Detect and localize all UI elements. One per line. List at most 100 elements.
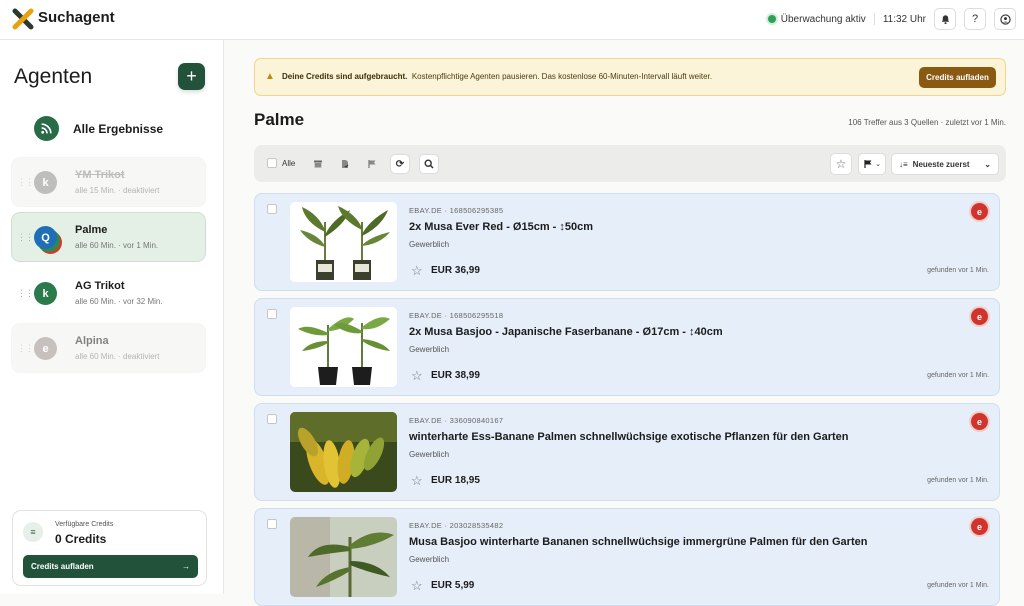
credits-warning-banner: ▲ Deine Credits sind aufgebraucht. Koste… bbox=[254, 58, 1006, 96]
result-found-time: gefunden vor 1 Min. bbox=[927, 477, 989, 484]
help-icon: ? bbox=[971, 13, 979, 25]
sidebar-item-alpina[interactable]: ⋮⋮ e Alpina alle 60 Min. · deaktiviert bbox=[11, 323, 206, 373]
result-title[interactable]: winterharte Ess-Banane Palmen schnellwüc… bbox=[409, 431, 849, 443]
help-button[interactable]: ? bbox=[964, 8, 986, 30]
rss-icon bbox=[34, 116, 59, 141]
add-agent-button[interactable]: + bbox=[178, 63, 205, 90]
ebay-source-icon: e bbox=[971, 518, 988, 535]
result-card[interactable]: EBAY.DE · 203028535482 Musa Basjoo winte… bbox=[254, 508, 1000, 606]
result-checkbox[interactable] bbox=[267, 309, 277, 319]
archive-button[interactable] bbox=[308, 154, 328, 174]
credits-value: 0 Credits bbox=[55, 532, 107, 546]
sidebar-item-ym-trikot[interactable]: ⋮⋮ k YM Trikot alle 15 Min. · deaktivier… bbox=[11, 157, 206, 207]
banner-text: Deine Credits sind aufgebraucht. Kostenp… bbox=[282, 72, 712, 81]
result-price: EUR 36,99 bbox=[431, 265, 480, 276]
avatar: e bbox=[34, 337, 57, 360]
account-button[interactable] bbox=[994, 8, 1016, 30]
ebay-source-icon: e bbox=[971, 203, 988, 220]
banner-buy-credits-button[interactable]: Credits aufladen bbox=[919, 67, 996, 88]
drag-handle-icon[interactable]: ⋮⋮ bbox=[17, 343, 34, 354]
result-checkbox[interactable] bbox=[267, 414, 277, 424]
result-source: EBAY.DE · 203028535482 bbox=[409, 521, 504, 530]
star-icon: ☆ bbox=[835, 157, 847, 171]
avatar: Q bbox=[34, 226, 57, 249]
favorites-filter-button[interactable]: ☆ bbox=[830, 153, 852, 175]
result-checkbox[interactable] bbox=[267, 519, 277, 529]
favorite-star-icon[interactable]: ☆ bbox=[411, 368, 423, 384]
sidebar-item-ag-trikot[interactable]: ⋮⋮ k AG Trikot alle 60 Min. · vor 32 Min… bbox=[11, 268, 206, 318]
result-title[interactable]: Musa Basjoo winterharte Bananen schnellw… bbox=[409, 536, 867, 548]
product-image[interactable] bbox=[290, 307, 397, 387]
agent-meta: alle 60 Min. · vor 1 Min. bbox=[75, 241, 159, 250]
flag-icon bbox=[864, 160, 872, 168]
favorite-star-icon[interactable]: ☆ bbox=[411, 473, 423, 489]
sidebar-title: Agenten bbox=[14, 65, 93, 88]
search-button[interactable] bbox=[419, 154, 439, 174]
page-title: Palme bbox=[254, 110, 305, 129]
agent-meta: alle 15 Min. · deaktiviert bbox=[75, 186, 160, 195]
result-card[interactable]: EBAY.DE · 168506295385 2x Musa Ever Red … bbox=[254, 193, 1000, 291]
logo-icon bbox=[12, 8, 34, 30]
product-image[interactable] bbox=[290, 412, 397, 492]
sort-dropdown[interactable]: ↓≡ Neueste zuerst ⌄ bbox=[891, 153, 999, 175]
result-price: EUR 38,99 bbox=[431, 370, 480, 381]
divider bbox=[873, 13, 875, 25]
favorite-star-icon[interactable]: ☆ bbox=[411, 578, 423, 594]
agent-meta: alle 60 Min. · vor 32 Min. bbox=[75, 297, 163, 306]
product-image[interactable] bbox=[290, 517, 397, 597]
result-card[interactable]: EBAY.DE · 168506295518 2x Musa Basjoo - … bbox=[254, 298, 1000, 396]
flag-filter-dropdown[interactable]: ⌄ bbox=[858, 153, 886, 175]
result-title[interactable]: 2x Musa Ever Red - Ø15cm - ↕50cm bbox=[409, 221, 593, 233]
result-source: EBAY.DE · 168506295518 bbox=[409, 311, 504, 320]
agent-name: AG Trikot bbox=[75, 280, 125, 292]
mark-read-button[interactable] bbox=[335, 154, 355, 174]
credits-label: Verfügbare Credits bbox=[55, 521, 114, 528]
warning-icon: ▲ bbox=[265, 71, 275, 82]
chevron-down-icon: ⌄ bbox=[984, 159, 991, 169]
results-summary: 106 Treffer aus 3 Quellen · zuletzt vor … bbox=[848, 118, 1006, 127]
result-checkbox[interactable] bbox=[267, 204, 277, 214]
flag-button[interactable] bbox=[362, 154, 382, 174]
refresh-button[interactable]: ⟳ bbox=[390, 154, 410, 174]
agent-name: YM Trikot bbox=[75, 169, 125, 181]
result-card[interactable]: EBAY.DE · 336090840167 winterharte Ess-B… bbox=[254, 403, 1000, 501]
result-title[interactable]: 2x Musa Basjoo - Japanische Faserbanane … bbox=[409, 326, 723, 338]
buy-credits-button[interactable]: Credits aufladen → bbox=[23, 555, 198, 578]
banner-message: Kostenpflichtige Agenten pausieren. Das … bbox=[411, 72, 712, 81]
avatar: k bbox=[34, 171, 57, 194]
result-source: EBAY.DE · 336090840167 bbox=[409, 416, 504, 425]
archive-icon bbox=[314, 160, 322, 168]
seller-type: Gewerblich bbox=[409, 450, 450, 459]
status-label: Überwachung aktiv bbox=[780, 13, 866, 25]
results-toolbar: Alle ⟳ ☆ ⌄ ↓≡ Neueste zuerst ⌄ bbox=[254, 145, 1006, 182]
favorite-star-icon[interactable]: ☆ bbox=[411, 263, 423, 279]
all-results-item[interactable]: Alle Ergebnisse bbox=[34, 116, 163, 141]
banner-bold: Deine Credits sind aufgebraucht. bbox=[282, 72, 408, 81]
sort-icon: ↓≡ bbox=[899, 159, 908, 169]
drag-handle-icon[interactable]: ⋮⋮ bbox=[17, 177, 34, 188]
sidebar: Agenten + Alle Ergebnisse ⋮⋮ k YM Trikot… bbox=[0, 40, 224, 594]
monitoring-status: Überwachung aktiv bbox=[767, 13, 866, 25]
sort-label: Neueste zuerst bbox=[912, 159, 970, 169]
seller-type: Gewerblich bbox=[409, 555, 450, 564]
refresh-icon: ⟳ bbox=[395, 158, 405, 170]
select-all-checkbox[interactable] bbox=[267, 158, 277, 168]
chevron-down-icon: ⌄ bbox=[875, 161, 881, 168]
result-found-time: gefunden vor 1 Min. bbox=[927, 267, 989, 274]
plus-icon: + bbox=[186, 66, 197, 86]
product-image[interactable] bbox=[290, 202, 397, 282]
arrow-right-icon: → bbox=[182, 562, 190, 571]
ebay-source-icon: e bbox=[971, 413, 988, 430]
agent-name: Palme bbox=[75, 224, 108, 236]
drag-handle-icon[interactable]: ⋮⋮ bbox=[17, 232, 34, 243]
sidebar-item-palme[interactable]: ⋮⋮ Q Palme alle 60 Min. · vor 1 Min. bbox=[11, 212, 206, 262]
buy-credits-label: Credits aufladen bbox=[31, 562, 94, 571]
select-all[interactable]: Alle bbox=[267, 158, 295, 168]
drag-handle-icon[interactable]: ⋮⋮ bbox=[17, 288, 34, 299]
notifications-button[interactable] bbox=[934, 8, 956, 30]
all-results-label: Alle Ergebnisse bbox=[73, 121, 164, 136]
ebay-source-icon: e bbox=[971, 308, 988, 325]
flag-icon bbox=[368, 160, 376, 168]
credits-panel: ≡ Verfügbare Credits 0 Credits Credits a… bbox=[12, 510, 207, 586]
result-found-time: gefunden vor 1 Min. bbox=[927, 372, 989, 379]
